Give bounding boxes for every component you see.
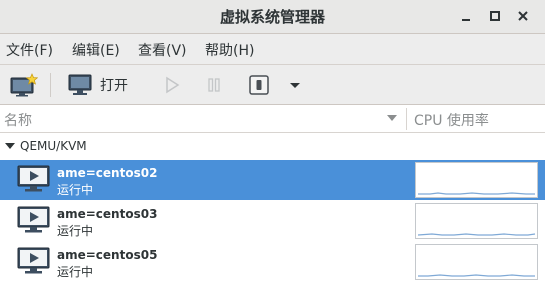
- menu-view[interactable]: 查看(V): [138, 40, 187, 60]
- shutdown-menu-button[interactable]: [289, 71, 301, 99]
- vm-monitor-icon: [17, 206, 50, 233]
- menu-file[interactable]: 文件(F): [6, 40, 53, 60]
- cpu-usage-graph: [415, 162, 538, 198]
- vm-name: ame=centos05: [57, 248, 158, 262]
- menu-help[interactable]: 帮助(H): [205, 40, 254, 60]
- title-bar: 虚拟系统管理器: [0, 0, 545, 34]
- minimize-icon[interactable]: [457, 7, 475, 25]
- run-button[interactable]: [164, 71, 180, 99]
- connection-group[interactable]: QEMU/KVM: [0, 133, 545, 159]
- pause-button[interactable]: [206, 71, 222, 99]
- shutdown-button[interactable]: [248, 71, 270, 99]
- vm-name: ame=centos02: [57, 166, 158, 180]
- new-vm-button[interactable]: [10, 71, 38, 99]
- toolbar-separator: [50, 73, 51, 97]
- vm-name: ame=centos03: [57, 207, 158, 221]
- pause-icon: [208, 78, 220, 92]
- new-vm-icon: [10, 73, 38, 97]
- vm-row-centos05[interactable]: ame=centos05 运行中: [0, 242, 545, 282]
- cpu-usage-graph: [415, 203, 538, 239]
- open-button[interactable]: 打开: [68, 71, 128, 99]
- open-label: 打开: [100, 78, 128, 94]
- vm-status: 运行中: [57, 183, 94, 197]
- column-name[interactable]: 名称: [4, 110, 32, 130]
- vm-monitor-icon: [17, 165, 50, 192]
- sort-arrow-icon[interactable]: [386, 113, 398, 123]
- vm-row-centos02[interactable]: ame=centos02 运行中: [0, 160, 545, 200]
- maximize-icon[interactable]: [486, 7, 504, 25]
- vm-row-centos03[interactable]: ame=centos03 运行中: [0, 201, 545, 241]
- menu-bar: 文件(F) 编辑(E) 查看(V) 帮助(H): [0, 34, 545, 65]
- vm-monitor-icon: [17, 247, 50, 274]
- menu-edit[interactable]: 编辑(E): [72, 40, 120, 60]
- column-header: 名称 CPU 使用率: [0, 105, 545, 133]
- expander-arrow-icon[interactable]: [5, 142, 15, 150]
- toolbar: 打开: [0, 65, 545, 105]
- vm-status: 运行中: [57, 265, 94, 279]
- cpu-usage-graph: [415, 244, 538, 280]
- close-icon[interactable]: [514, 7, 532, 25]
- monitor-icon: [68, 74, 92, 95]
- dropdown-arrow-icon: [290, 83, 300, 88]
- power-icon: [249, 75, 269, 95]
- connection-label: QEMU/KVM: [20, 139, 87, 153]
- play-icon: [166, 76, 180, 94]
- vm-status: 运行中: [57, 224, 94, 238]
- column-divider: [406, 108, 407, 130]
- column-cpu-usage[interactable]: CPU 使用率: [414, 110, 489, 130]
